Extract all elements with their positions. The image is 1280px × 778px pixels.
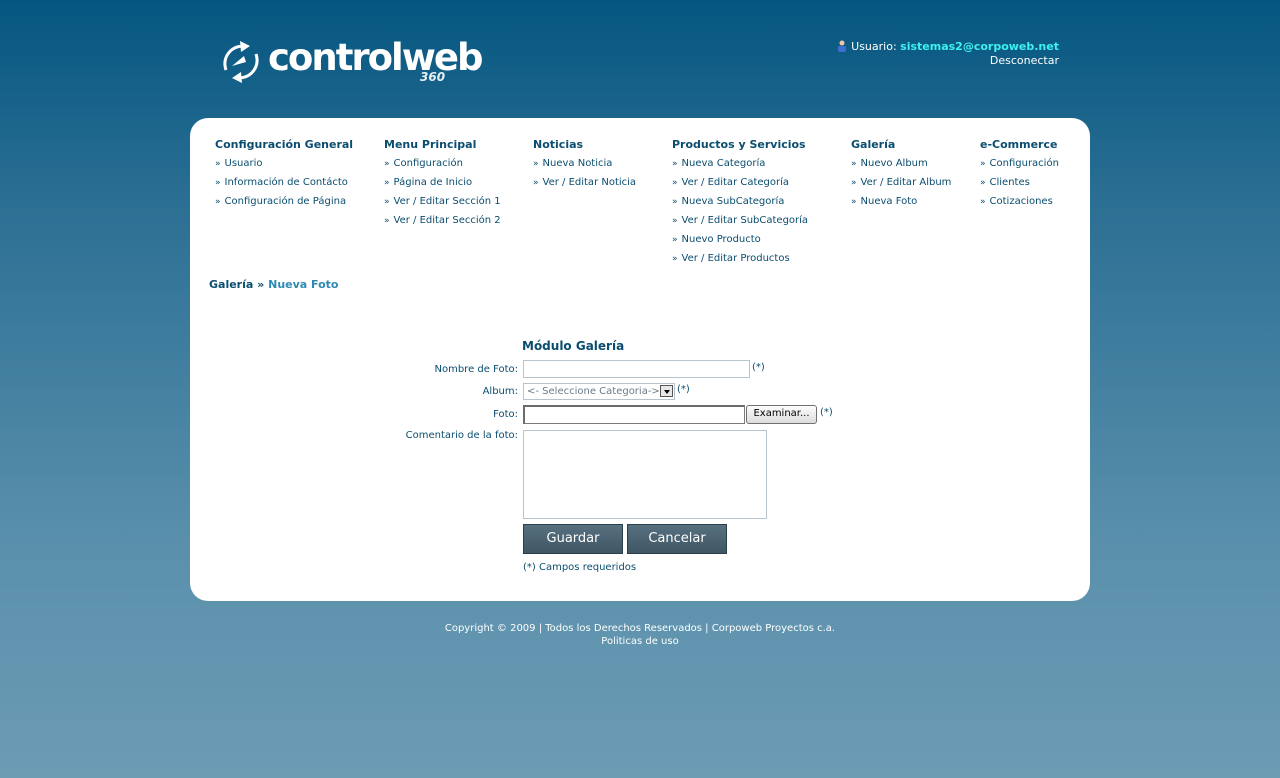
menu-title: e-Commerce [980,138,1058,151]
chevron-right-icon: » [533,159,539,169]
logo: controlweb 360 [220,36,483,88]
logo-arrows-icon [223,41,259,83]
dropdown-arrow-icon[interactable] [660,385,673,397]
menu-column-noticias: Noticias » Nueva Noticia » Ver / Editar No… [533,138,636,195]
form-title: Módulo Galería [522,339,625,353]
menu-column-ecommerce: e-Commerce » Configuración » Clientes » Cot… [980,138,1059,214]
menu-column-menu-principal: Menu Principal » Configuración » Página de… [384,138,501,233]
chevron-right-icon: » [384,178,390,188]
chevron-right-icon: » [533,178,539,188]
photo-name-input[interactable] [523,360,750,378]
chevron-right-icon: » [980,159,986,169]
user-icon [838,40,847,52]
album-label: Album: [482,386,518,397]
menu-item-informacion-contacto[interactable]: » Información de Contácto [215,176,353,195]
chevron-right-icon: » [384,197,390,207]
menu-title: Galería [851,138,896,151]
breadcrumb: Galería » Nueva Foto [209,278,338,291]
menu-item-cotizaciones[interactable]: » Cotizaciones [980,195,1059,214]
menu-item-nuevo-album[interactable]: » Nuevo Album [851,157,951,176]
menu-item-nueva-subcategoria[interactable]: » Nueva SubCategoría [672,195,808,214]
breadcrumb-separator: » [257,278,265,291]
chevron-right-icon: » [672,216,678,226]
policies-link[interactable]: Politicas de uso [601,636,678,647]
menu-item-ecommerce-configuracion[interactable]: » Configuración [980,157,1059,176]
chevron-right-icon: » [215,159,221,169]
photo-label: Foto: [493,409,518,420]
chevron-right-icon: » [851,178,857,188]
user-label: Usuario: [851,40,897,53]
menu-title: Menu Principal [384,138,477,151]
footer-copyright: Copyright © 2009 | Todos los Derechos Re… [444,623,836,634]
user-box: Usuario: sistemas2@corpoweb.net Desconec… [837,40,1059,68]
logo-text: controlweb [268,36,483,79]
required-mark: (*) [752,362,765,373]
user-email: sistemas2@corpoweb.net [900,40,1059,53]
menu-item-usuario[interactable]: » Usuario [215,157,353,176]
menu-item-nueva-noticia[interactable]: » Nueva Noticia [533,157,636,176]
menu-item-pagina-inicio[interactable]: » Página de Inicio [384,176,501,195]
required-note: (*) Campos requeridos [523,562,637,573]
browse-button[interactable]: Examinar... [746,405,817,424]
menu-title: Noticias [533,138,584,151]
menu-item-nueva-categoria[interactable]: » Nueva Categoría [672,157,808,176]
menu-item-seccion-1[interactable]: » Ver / Editar Sección 1 [384,195,501,214]
menu-item-seccion-2[interactable]: » Ver / Editar Sección 2 [384,214,501,233]
required-mark: (*) [677,384,690,395]
comment-textarea[interactable] [523,430,767,519]
required-mark: (*) [820,407,833,418]
photo-name-label: Nombre de Foto: [434,364,518,375]
menu-item-clientes[interactable]: » Clientes [980,176,1059,195]
comment-label: Comentario de la foto: [405,430,518,441]
menu-item-configuracion-pagina[interactable]: » Configuración de Página [215,195,353,214]
menu-item-editar-album[interactable]: » Ver / Editar Album [851,176,951,195]
main-panel: Configuración General » Usuario » Informac… [190,118,1090,601]
menu-column-galeria: Galería » Nuevo Album » Ver / Editar Album… [851,138,951,214]
cancel-button[interactable]: Cancelar [627,524,727,554]
chevron-right-icon: » [672,178,678,188]
menu-item-editar-categoria[interactable]: » Ver / Editar Categoría [672,176,808,195]
chevron-right-icon: » [215,178,221,188]
chevron-right-icon: » [215,197,221,207]
album-selected-value: <- Seleccione Categoria-> [527,386,660,397]
footer-policies-wrap: Politicas de uso [0,635,1280,648]
menu-column-productos: Productos y Servicios » Nueva Categoría »… [672,138,808,271]
chevron-right-icon: » [384,159,390,169]
chevron-right-icon: » [672,197,678,207]
chevron-right-icon: » [672,235,678,245]
breadcrumb-parent[interactable]: Galería [209,278,253,291]
chevron-right-icon: » [384,216,390,226]
menu-item-nuevo-producto[interactable]: » Nuevo Producto [672,233,808,252]
menu-item-editar-noticia[interactable]: » Ver / Editar Noticia [533,176,636,195]
photo-file-input[interactable] [523,405,745,424]
menu-item-nueva-foto[interactable]: » Nueva Foto [851,195,951,214]
menu-title: Productos y Servicios [672,138,806,151]
menu-title: Configuración General [215,138,354,151]
album-select[interactable]: <- Seleccione Categoria-> [523,383,675,400]
chevron-right-icon: » [672,254,678,264]
chevron-right-icon: » [851,159,857,169]
chevron-right-icon: » [851,197,857,207]
menu-item-configuracion[interactable]: » Configuración [384,157,501,176]
menu-item-editar-productos[interactable]: » Ver / Editar Productos [672,252,808,271]
save-button[interactable]: Guardar [523,524,623,554]
breadcrumb-current: Nueva Foto [268,278,339,291]
chevron-right-icon: » [980,178,986,188]
chevron-right-icon: » [980,197,986,207]
chevron-right-icon: » [672,159,678,169]
logo-sub: 360 [420,70,446,84]
menu-column-config: Configuración General » Usuario » Informac… [215,138,353,214]
menu-item-editar-subcategoria[interactable]: » Ver / Editar SubCategoría [672,214,808,233]
logout-link[interactable]: Desconectar [837,54,1059,68]
